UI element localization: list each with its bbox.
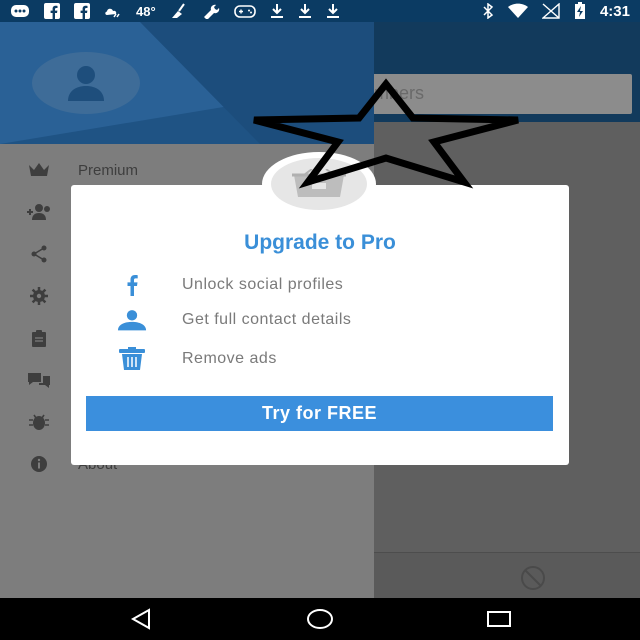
upgrade-dialog: Upgrade to Pro Unlock social profiles Ge… (71, 185, 569, 465)
dialog-title: Upgrade to Pro (244, 231, 396, 254)
chat-icon (26, 369, 52, 391)
clipboard-icon (26, 327, 52, 349)
bug-icon (26, 411, 52, 433)
feature-item: Unlock social profiles (71, 270, 569, 300)
home-button[interactable] (305, 606, 335, 632)
info-icon (26, 453, 52, 475)
person-icon (68, 66, 104, 101)
facebook-icon (74, 3, 90, 19)
cleaner-icon (170, 3, 188, 19)
weather-icon (104, 3, 122, 19)
download-icon (326, 3, 340, 19)
feature-item: Remove ads (71, 344, 569, 374)
back-icon (130, 608, 150, 630)
star-icon[interactable] (250, 78, 522, 190)
back-button[interactable] (126, 606, 156, 632)
try-for-free-button[interactable]: Try for FREE (86, 396, 553, 431)
no-signal-icon (541, 3, 560, 19)
home-icon (307, 609, 333, 629)
feature-text: Remove ads (182, 350, 277, 367)
settings-icon (26, 285, 52, 307)
wifi-icon (507, 3, 528, 19)
facebook-icon (44, 3, 60, 19)
temperature-label: 48° (136, 3, 156, 19)
share-icon (26, 243, 52, 265)
person-icon (117, 305, 147, 335)
feature-item: Get full contact details (71, 305, 569, 335)
status-right: 4:31 (482, 2, 630, 20)
avatar[interactable] (32, 52, 140, 114)
status-left: 48° (10, 3, 340, 19)
bluetooth-icon (482, 3, 494, 19)
messages-icon (10, 3, 30, 19)
download-icon (298, 3, 312, 19)
feature-text: Get full contact details (182, 311, 352, 328)
drawer-item-label: Premium (78, 161, 139, 179)
trash-icon (117, 344, 147, 374)
app-bottom-bar (374, 552, 640, 598)
add-group-icon (26, 201, 52, 223)
recents-button[interactable] (484, 606, 514, 632)
status-bar: 48° 4:31 (0, 0, 640, 22)
system-nav-bar (0, 598, 640, 640)
block-icon[interactable] (518, 563, 548, 593)
recents-icon (487, 611, 511, 627)
crown-icon (26, 159, 52, 181)
gamepad-icon (233, 3, 256, 19)
feature-text: Unlock social profiles (182, 276, 344, 293)
clock: 4:31 (599, 2, 630, 20)
facebook-icon (117, 270, 147, 300)
download-icon (270, 3, 284, 19)
battery-charging-icon (574, 2, 586, 19)
wrench-icon (202, 3, 220, 19)
